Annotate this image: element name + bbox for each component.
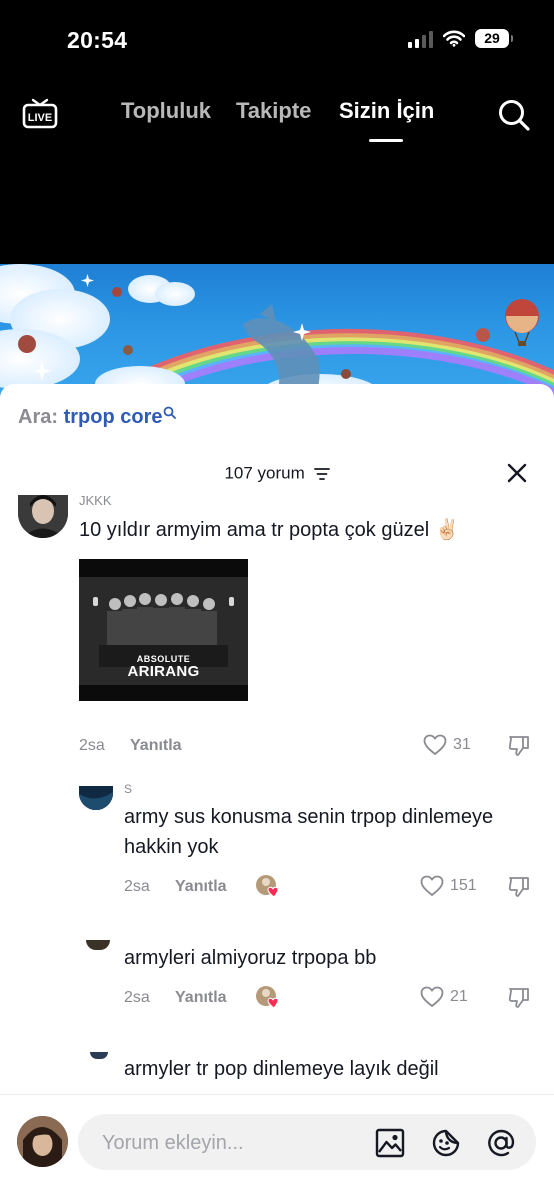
wifi-icon [443, 30, 465, 47]
signal-icon [408, 30, 433, 48]
comments-sheet: Ara: trpop core 107 yorum JKKK 10 yıldır… [0, 384, 554, 1200]
avatar[interactable] [90, 1052, 108, 1059]
tab-topluluk[interactable]: Topluluk [121, 98, 211, 124]
search-icon [164, 406, 177, 419]
like-count: 151 [450, 877, 477, 894]
image-icon[interactable] [375, 1128, 405, 1158]
like-button[interactable]: 151 [420, 875, 477, 897]
like-count: 21 [450, 988, 468, 1005]
comment-time: 2sa [79, 737, 105, 754]
search-query-link[interactable]: trpop core [64, 406, 163, 428]
comment-text: army sus konusma senin trpop dinlemeye h… [124, 806, 494, 858]
sky-rainbow-illustration [0, 264, 554, 404]
victory-hand-emoji: ✌🏻 [434, 519, 460, 541]
my-avatar[interactable] [17, 1116, 68, 1167]
comment-time: 2sa [124, 878, 150, 895]
at-sign-icon[interactable] [486, 1128, 516, 1158]
status-time: 20:54 [67, 27, 128, 53]
creator-liked-icon [256, 986, 279, 1009]
sticker-icon[interactable] [431, 1128, 461, 1158]
reply-button[interactable]: Yanıtla [175, 989, 227, 1007]
comment-text: armyler tr pop dinlemeye layık değil [124, 1058, 439, 1080]
like-count: 31 [453, 736, 471, 753]
video-thumbnail[interactable] [0, 264, 554, 404]
tab-sizin-icin[interactable]: Sizin İçin [339, 98, 434, 124]
comment-input-container[interactable] [78, 1114, 536, 1172]
heart-icon [420, 875, 444, 896]
thumbs-down-icon[interactable] [507, 875, 531, 899]
comments-header: 107 yorum [0, 463, 554, 484]
thumbs-down-icon[interactable] [507, 986, 531, 1010]
top-bar: 20:54 29 LIVE Topluluk Takipte Sizin İçi… [0, 0, 554, 264]
heart-icon [420, 986, 444, 1007]
like-button[interactable]: 21 [420, 986, 468, 1008]
comment-text: 10 yıldır armyim ama tr popta çok güzel … [79, 519, 460, 541]
search-prefix: Ara: [18, 406, 59, 428]
comment-image-attachment[interactable]: ABSOLUTE ARIRANG [79, 559, 248, 701]
feed-tabs: Topluluk Takipte Sizin İçin [0, 98, 554, 138]
avatar[interactable] [86, 940, 110, 950]
like-button[interactable]: 31 [423, 734, 471, 756]
creator-liked-icon [256, 875, 279, 898]
reply-button[interactable]: Yanıtla [130, 737, 182, 755]
active-tab-indicator [369, 139, 403, 142]
comment-count: 107 yorum [224, 463, 305, 483]
comment-username[interactable]: S [124, 782, 132, 796]
status-icons: 29 [408, 29, 513, 48]
avatar[interactable] [79, 786, 113, 810]
heart-icon [423, 734, 447, 755]
avatar[interactable] [18, 495, 68, 538]
tab-takipte[interactable]: Takipte [236, 98, 311, 124]
search-suggestion[interactable]: Ara: trpop core [18, 406, 177, 429]
comment-composer [0, 1094, 554, 1200]
battery-icon: 29 [475, 29, 513, 48]
comment-username[interactable]: JKKK [79, 493, 112, 508]
comment-time: 2sa [124, 989, 150, 1006]
reply-button[interactable]: Yanıtla [175, 878, 227, 896]
attachment-caption: ARIRANG [127, 663, 200, 680]
comment-input[interactable] [100, 1114, 354, 1172]
comment-text: armyleri almiyoruz trpopa bb [124, 947, 377, 969]
close-icon[interactable] [506, 462, 528, 484]
search-icon[interactable] [497, 98, 531, 132]
sort-icon[interactable] [313, 467, 330, 481]
thumbs-down-icon[interactable] [507, 734, 531, 758]
